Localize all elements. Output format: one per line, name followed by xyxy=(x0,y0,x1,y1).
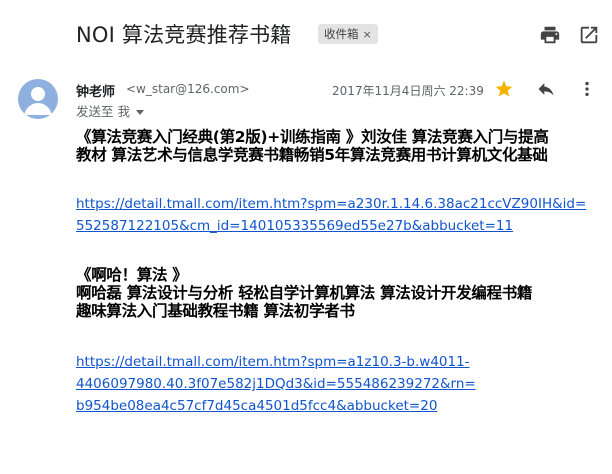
book2-link-line-2[interactable]: 4406097980.40.3f07e582j1DQd3&id=55548623… xyxy=(76,373,606,395)
book1-link[interactable]: https://detail.tmall.com/item.htm?spm=a2… xyxy=(76,193,606,237)
print-icon[interactable] xyxy=(539,24,561,46)
chevron-down-icon[interactable] xyxy=(135,110,144,115)
sender-avatar[interactable] xyxy=(18,79,58,119)
sender-email: <w_star@126.com> xyxy=(126,82,250,96)
book1-link-line-2[interactable]: 552587122105&cm_id=140105335569ed55e27b&… xyxy=(76,215,606,237)
book2-description: 《啊哈！算法 》 啊哈磊 算法设计与分析 轻松自学计算机算法 算法设计开发编程书… xyxy=(76,266,606,320)
book1-description: 《算法竞赛入门经典(第2版)+训练指南 》刘汝佳 算法竞赛入门与提高 教材 算法… xyxy=(76,128,606,164)
recipient-dropdown[interactable]: 发送至 我 xyxy=(76,101,144,120)
open-in-new-window-icon[interactable] xyxy=(578,24,600,46)
book2-title: 《啊哈！算法 》 xyxy=(76,266,188,284)
book1-line-2: 教材 算法艺术与信息学竞赛书籍畅销5年算法竞赛用书计算机文化基础 xyxy=(76,146,548,164)
star-icon[interactable] xyxy=(494,79,514,99)
book1-link-line-1[interactable]: https://detail.tmall.com/item.htm?spm=a2… xyxy=(76,193,606,215)
inbox-label-text: 收件箱 xyxy=(324,27,359,41)
book2-link-line-3[interactable]: b954be08ea4c57cf7d45ca4501d5fcc4&abbucke… xyxy=(76,395,606,417)
book1-line-1: 《算法竞赛入门经典(第2版)+训练指南 》刘汝佳 算法竞赛入门与提高 xyxy=(76,128,549,146)
email-date: 2017年11月4日周六 22:39 xyxy=(332,84,484,98)
sender-name: 钟老师 xyxy=(76,85,116,100)
person-icon xyxy=(24,87,52,115)
more-vert-icon[interactable] xyxy=(577,79,597,99)
email-header: NOI 算法竞赛推荐书籍 收件箱 × xyxy=(0,0,612,66)
reply-icon[interactable] xyxy=(536,79,556,99)
remove-label-icon[interactable]: × xyxy=(363,28,372,41)
book2-line-1: 啊哈磊 算法设计与分析 轻松自学计算机算法 算法设计开发编程书籍 xyxy=(76,284,533,302)
book2-line-2: 趣味算法入门基础教程书籍 算法初学者书 xyxy=(76,302,355,320)
book2-link[interactable]: https://detail.tmall.com/item.htm?spm=a1… xyxy=(76,351,606,417)
inbox-label-chip[interactable]: 收件箱 × xyxy=(318,24,378,44)
email-subject: NOI 算法竞赛推荐书籍 xyxy=(76,23,292,47)
recipient-text: 发送至 我 xyxy=(76,104,130,119)
book2-link-line-1[interactable]: https://detail.tmall.com/item.htm?spm=a1… xyxy=(76,351,606,373)
